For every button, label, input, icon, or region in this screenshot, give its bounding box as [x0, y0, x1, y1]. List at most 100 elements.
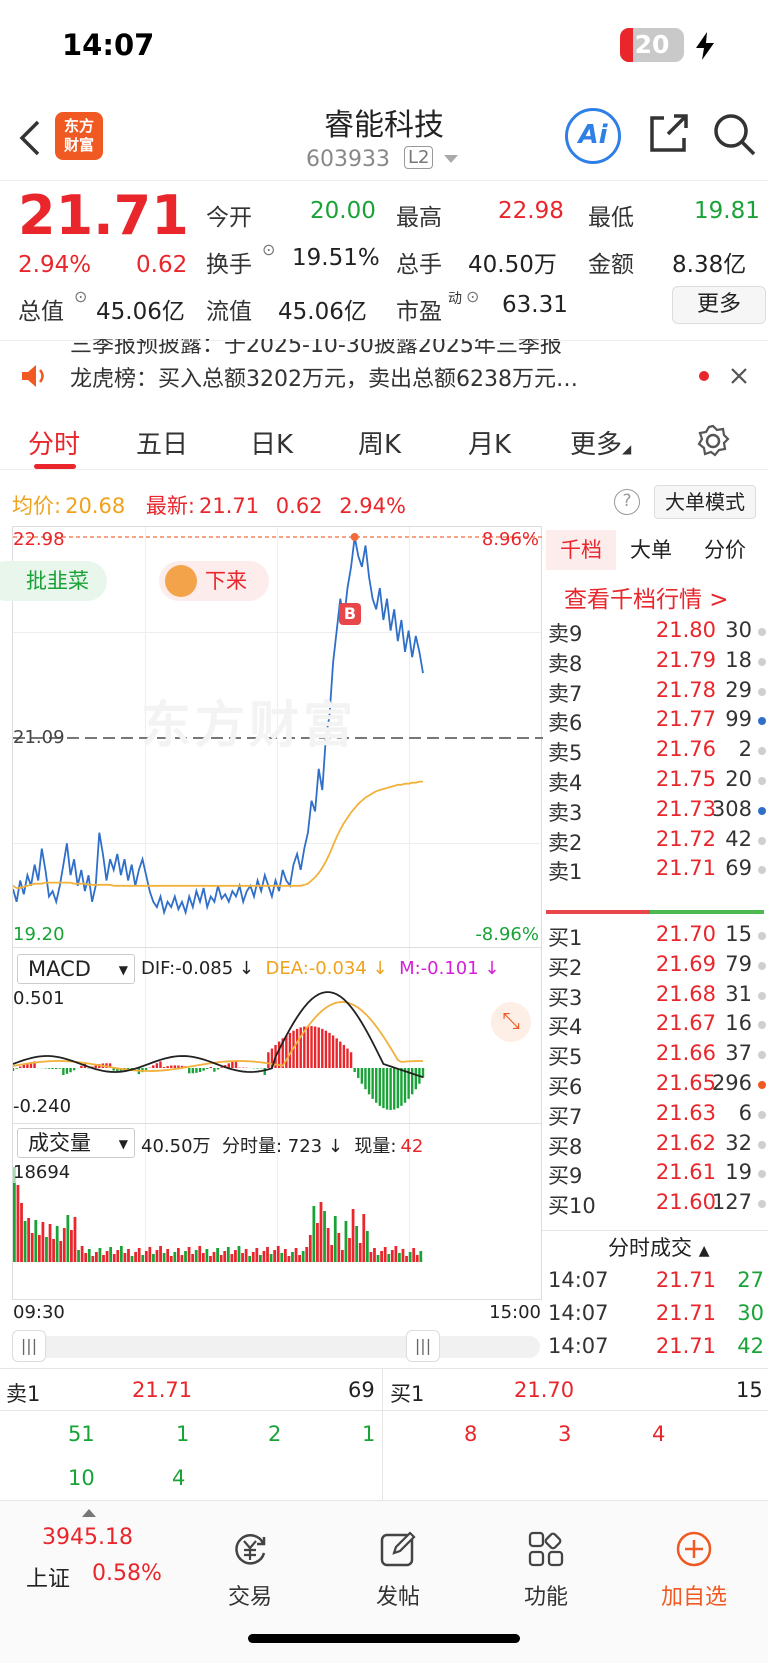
bid-row[interactable]: 买8 21.62 32 [542, 1131, 768, 1161]
float-label: 流值 [206, 299, 252, 325]
ask-row[interactable]: 卖1 21.71 69 [542, 856, 768, 886]
ask-dot [758, 866, 766, 875]
volume-values: 40.50万 分时量: 723 ↓ 现量: 42 [141, 1136, 424, 1157]
volume-bar [351, 1209, 355, 1262]
pct-bottom-label: -8.96% [475, 924, 539, 945]
level1-bid-qty: 15 [736, 1378, 763, 1402]
tab-intraday[interactable]: 分时 [28, 424, 80, 461]
bid-qty: 296 [711, 1071, 752, 1095]
ask-row[interactable]: 卖9 21.80 30 [542, 618, 768, 648]
volume-bar [390, 1250, 394, 1262]
tab-month-k[interactable]: 月K [468, 424, 511, 461]
volume-bar [291, 1252, 294, 1262]
bid-row[interactable]: 买9 21.61 19 [542, 1160, 768, 1190]
volume-bar [205, 1249, 209, 1262]
bid-level-label: 买7 [548, 1104, 583, 1129]
dropdown-icon[interactable] [444, 155, 458, 164]
volume-bar [230, 1254, 234, 1262]
index-value[interactable]: 3945.18 [42, 1525, 133, 1550]
volume-bar [405, 1256, 408, 1262]
trade-time: 14:07 [548, 1268, 609, 1292]
post-button[interactable]: 发帖 [348, 1529, 448, 1611]
ask-queue-item: 10 [68, 1466, 95, 1490]
ask-row[interactable]: 卖3 21.73 308 [542, 797, 768, 827]
close-icon[interactable] [730, 367, 748, 385]
ask-level-label: 卖3 [548, 800, 583, 825]
pe-label: 市盈 [396, 299, 442, 325]
info-icon[interactable]: ⊙ [74, 287, 87, 306]
volume-bar [123, 1253, 127, 1262]
scroller-left-handle[interactable]: ||| [12, 1330, 46, 1362]
trades-title[interactable]: 分时成交 ▲ [608, 1232, 709, 1262]
info-icon[interactable]: ⊙ [262, 240, 275, 259]
volume-bar [244, 1249, 248, 1262]
volume-bar [348, 1238, 351, 1262]
tab-big-order[interactable]: 大单 [630, 530, 672, 570]
tab-depth[interactable]: 千档 [546, 530, 616, 570]
ask-price: 21.73 [655, 796, 716, 821]
function-button[interactable]: 功能 [496, 1529, 596, 1611]
pe-value: 63.31 [502, 292, 568, 318]
bid-row[interactable]: 买10 21.60 127 [542, 1190, 768, 1220]
tab-day-k[interactable]: 日K [250, 424, 293, 461]
bid-row[interactable]: 买5 21.66 37 [542, 1041, 768, 1071]
help-icon[interactable]: ? [614, 489, 640, 515]
tab-more[interactable]: 更多◢ [570, 424, 631, 461]
volume-bar [30, 1233, 34, 1262]
volume-value: 40.50万 [468, 252, 557, 278]
volume-bar [177, 1248, 180, 1262]
level2-badge[interactable]: L2 [404, 146, 434, 169]
search-icon[interactable] [712, 112, 758, 158]
bid-row[interactable]: 买7 21.63 6 [542, 1101, 768, 1131]
ask-row[interactable]: 卖5 21.76 2 [542, 737, 768, 767]
bid-row[interactable]: 买2 21.69 79 [542, 952, 768, 982]
ai-button[interactable]: Ai [565, 108, 621, 164]
view-depth-link[interactable]: 查看千档行情 > [564, 580, 729, 614]
expand-icon[interactable]: ⤡ [491, 1002, 531, 1042]
trade-row[interactable]: 14:07 21.71 42 [542, 1334, 768, 1364]
trade-row[interactable]: 14:07 21.71 30 [542, 1301, 768, 1331]
ask-row[interactable]: 卖7 21.78 29 [542, 678, 768, 708]
tab-week-k[interactable]: 周K [358, 424, 401, 461]
more-button[interactable]: 更多 [672, 286, 766, 324]
macd-selector[interactable]: MACD ▼ [17, 954, 135, 984]
volume-bar [337, 1233, 341, 1262]
volume-selector[interactable]: 成交量 ▼ [17, 1128, 135, 1158]
intraday-chart[interactable]: 22.98 8.96% 21.09 19.20 -8.96% 批韭菜 下来 B … [0, 526, 543, 948]
comment-bubble-left[interactable]: 批韭菜 [0, 561, 107, 601]
bid-level-label: 买8 [548, 1134, 583, 1159]
volume-bar [369, 1252, 373, 1262]
bid-row[interactable]: 买6 21.65 296 [542, 1071, 768, 1101]
bid-row[interactable]: 买3 21.68 31 [542, 982, 768, 1012]
info-icon[interactable]: ⊙ [466, 287, 479, 306]
bid-row[interactable]: 买1 21.70 15 [542, 922, 768, 952]
news-ticker[interactable]: 三季报预披露：于2025-10-30披露2025年三季报 龙虎榜：买入总额320… [0, 339, 768, 410]
tab-price-dist[interactable]: 分价 [704, 530, 746, 570]
ask-row[interactable]: 卖6 21.77 99 [542, 707, 768, 737]
big-order-mode-button[interactable]: 大单模式 [654, 485, 756, 519]
index-name[interactable]: 上证 [26, 1561, 70, 1593]
settings-icon[interactable] [696, 424, 730, 458]
ask-row[interactable]: 卖2 21.72 42 [542, 827, 768, 857]
macd-chart[interactable]: MACD ▼ DIF:-0.085 ↓ DEA:-0.034 ↓ M:-0.101… [12, 948, 542, 1124]
index-pct[interactable]: 0.58% [92, 1561, 162, 1586]
amount-value: 8.38亿 [672, 252, 747, 278]
bid-level-label: 买2 [548, 955, 583, 980]
bid-row[interactable]: 买4 21.67 16 [542, 1011, 768, 1041]
ask-row[interactable]: 卖4 21.75 20 [542, 767, 768, 797]
volume-chart[interactable]: 成交量 ▼ 40.50万 分时量: 723 ↓ 现量: 42 18694 09:30… [12, 1124, 542, 1323]
ask-qty: 69 [725, 856, 752, 881]
ask-ratio-bar [546, 910, 650, 914]
bid-qty: 19 [725, 1160, 752, 1185]
amount-label: 金额 [588, 252, 634, 278]
trade-button[interactable]: 交易 [200, 1529, 300, 1611]
add-watchlist-button[interactable]: 加自选 [644, 1529, 744, 1611]
time-range-scroller[interactable]: ||| ||| [12, 1330, 540, 1362]
buy-marker[interactable]: B [339, 603, 361, 625]
tab-5day[interactable]: 五日 [136, 424, 188, 461]
volume-bar [401, 1249, 405, 1262]
trade-row[interactable]: 14:07 21.71 27 [542, 1268, 768, 1298]
share-icon[interactable] [646, 112, 690, 156]
scroller-right-handle[interactable]: ||| [406, 1330, 440, 1362]
ask-row[interactable]: 卖8 21.79 18 [542, 648, 768, 678]
